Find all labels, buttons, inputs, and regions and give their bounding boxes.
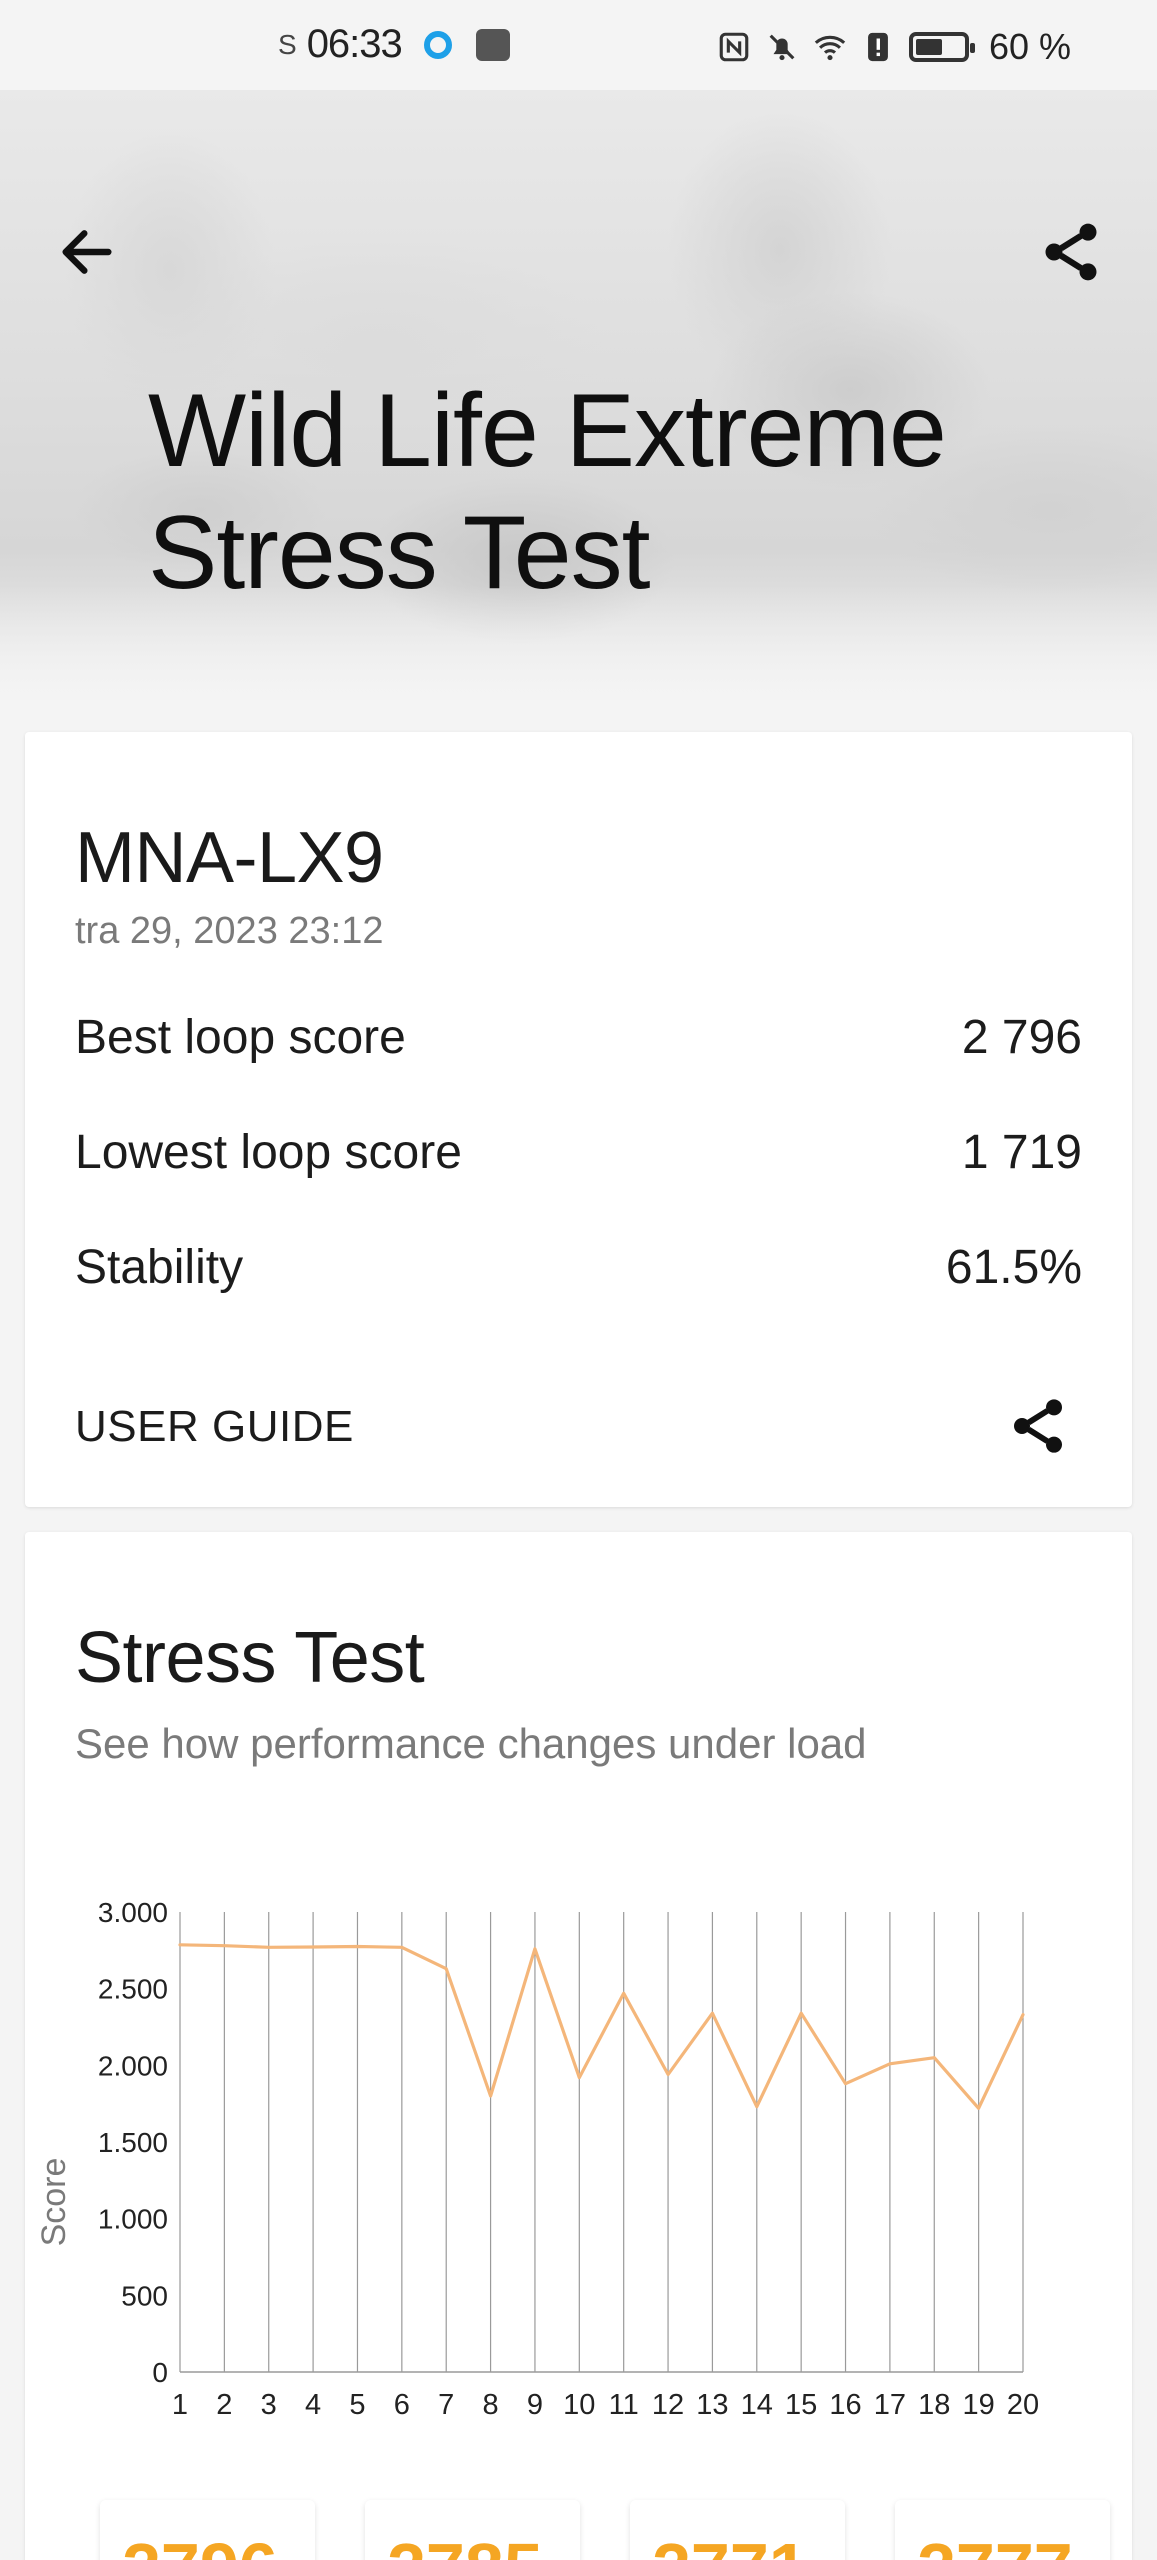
- battery-percent: 60 %: [988, 26, 1071, 67]
- x-tick-label: 5: [349, 2389, 365, 2421]
- x-tick-label: 19: [962, 2389, 994, 2421]
- stress-test-card: Stress Test See how performance changes …: [25, 1532, 1132, 2560]
- page-title-line1: Wild Life Extreme: [148, 373, 947, 489]
- result-summary-card: MNA-LX9 tra 29, 2023 23:12 Best loop sco…: [25, 732, 1132, 1507]
- stat-value: 1 719: [961, 1125, 1082, 1179]
- mute-icon: [769, 34, 795, 61]
- stat-value: 61.5%: [945, 1240, 1082, 1294]
- y-tick-label: 0: [152, 2357, 168, 2388]
- stress-test-subtitle: See how performance changes under load: [75, 1720, 867, 1767]
- carrier-mark: S: [278, 28, 297, 60]
- loop-score-tile[interactable]: 2771: [630, 2500, 845, 2560]
- status-bar: S 06:33 60 %: [0, 0, 1157, 90]
- loop-score-value: 2785: [387, 2528, 543, 2560]
- x-tick-label: 16: [829, 2389, 861, 2421]
- x-tick-label: 20: [1007, 2389, 1039, 2421]
- stability-row: Stability 61.5%: [75, 1237, 1082, 1297]
- loop-score-tile[interactable]: 2796: [100, 2500, 315, 2560]
- best-loop-score-row: Best loop score 2 796: [75, 1007, 1082, 1067]
- x-tick-label: 11: [609, 2389, 639, 2421]
- device-name: MNA-LX9: [75, 818, 384, 898]
- x-tick-label: 12: [652, 2389, 684, 2421]
- share-icon[interactable]: [1037, 218, 1105, 286]
- x-tick-label: 15: [785, 2389, 817, 2421]
- loop-score-tile[interactable]: 2777: [895, 2500, 1110, 2560]
- loop-score-value: 2771: [652, 2528, 808, 2560]
- y-tick-label: 1.500: [98, 2127, 168, 2158]
- status-bar-left: S 06:33: [278, 22, 510, 67]
- x-tick-label: 8: [483, 2389, 499, 2421]
- x-tick-label: 6: [394, 2389, 410, 2421]
- stat-label: Stability: [75, 1240, 244, 1294]
- gallery-notification-icon: [475, 28, 510, 61]
- x-tick-label: 2: [216, 2389, 232, 2421]
- loop-score-tiles: 2796 2785 2771 2777: [100, 2500, 1110, 2560]
- stat-label: Lowest loop score: [75, 1125, 462, 1179]
- status-bar-right: 60 %: [717, 26, 1071, 68]
- alert-icon: [868, 32, 888, 62]
- loop-score-value: 2777: [917, 2528, 1073, 2560]
- back-arrow-icon[interactable]: [55, 220, 119, 284]
- series-line: [178, 1943, 1025, 2110]
- test-date: tra 29, 2023 23:12: [75, 910, 384, 952]
- x-tick-label: 7: [438, 2389, 454, 2421]
- stat-label: Best loop score: [75, 1010, 406, 1064]
- y-tick-label: 2.000: [98, 2050, 168, 2081]
- hero-banner: Wild Life Extreme Stress Test: [0, 90, 1157, 705]
- x-tick-label: 17: [874, 2389, 906, 2421]
- x-tick-label: 4: [305, 2389, 321, 2421]
- x-tick-label: 14: [741, 2389, 773, 2421]
- y-tick-label: 3.000: [98, 1897, 168, 1928]
- wifi-icon: [814, 35, 846, 61]
- share-result-icon[interactable]: [1006, 1394, 1070, 1458]
- nfc-icon: [719, 32, 749, 62]
- x-tick-label: 1: [172, 2389, 188, 2421]
- status-time: 06:33: [306, 22, 403, 66]
- user-guide-link[interactable]: USER GUIDE: [75, 1402, 354, 1452]
- y-tick-label: 2.500: [98, 1974, 168, 2005]
- y-axis-label: Score: [35, 2158, 73, 2247]
- x-tick-label: 9: [527, 2389, 543, 2421]
- y-tick-label: 500: [121, 2280, 168, 2311]
- x-tick-label: 18: [918, 2389, 950, 2421]
- lowest-loop-score-row: Lowest loop score 1 719: [75, 1122, 1082, 1182]
- stat-value: 2 796: [961, 1010, 1082, 1064]
- loop-score-tile[interactable]: 2785: [365, 2500, 580, 2560]
- app-notification-icon: [423, 30, 452, 59]
- loop-score-value: 2796: [122, 2528, 278, 2560]
- y-tick-label: 1.000: [98, 2204, 168, 2235]
- page-title: Wild Life Extreme Stress Test: [148, 370, 1048, 614]
- stress-test-title: Stress Test: [75, 1618, 425, 1698]
- x-tick-label: 13: [696, 2389, 728, 2421]
- page-title-line2: Stress Test: [148, 495, 650, 611]
- battery-icon: [908, 32, 975, 62]
- stress-test-chart: 05001.0001.5002.0002.5003.0001 2 3 4 5 6 7 8 9 10…: [35, 1897, 1039, 2421]
- x-tick-label: 3: [261, 2389, 277, 2421]
- x-tick-label: 10: [563, 2389, 595, 2421]
